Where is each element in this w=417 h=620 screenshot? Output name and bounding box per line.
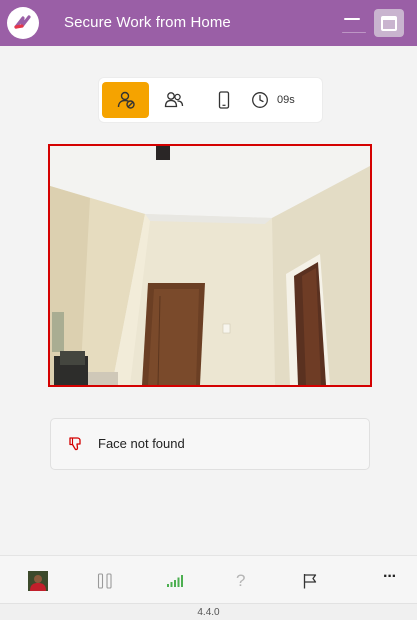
- maximize-icon: [381, 15, 397, 31]
- pause-button[interactable]: [97, 573, 113, 594]
- minimize-button[interactable]: [342, 18, 366, 32]
- maximize-button[interactable]: [374, 9, 404, 37]
- avatar-image: [28, 571, 48, 591]
- thumbs-down-icon: [69, 437, 81, 451]
- clock-icon: [252, 92, 268, 108]
- camera-feed: [48, 144, 372, 387]
- minimize-icon: [344, 18, 360, 20]
- flag-icon: [303, 574, 317, 589]
- app-logo: [7, 7, 39, 39]
- signal-strength-icon: [167, 575, 183, 587]
- timer-value: 09s: [277, 94, 295, 106]
- title-bar: Secure Work from Home: [0, 0, 417, 46]
- window-title: Secure Work from Home: [64, 14, 231, 31]
- user-avatar[interactable]: [28, 571, 48, 596]
- multiple-people-button[interactable]: [149, 82, 199, 118]
- signal-strength-indicator: [167, 574, 183, 592]
- app-logo-icon: [14, 15, 31, 29]
- face-verify-button[interactable]: [102, 82, 149, 118]
- help-button[interactable]: ?: [236, 571, 245, 591]
- monitor-toolbar: 09s: [98, 77, 323, 123]
- multiple-people-icon: [164, 92, 184, 108]
- flag-button[interactable]: [302, 573, 318, 594]
- camera-image: [50, 146, 370, 385]
- help-icon: ?: [236, 571, 246, 590]
- face-verify-icon: [117, 91, 135, 109]
- timer: 09s: [251, 91, 295, 109]
- pause-icon: [97, 573, 112, 589]
- mobile-phone-button[interactable]: [199, 82, 249, 118]
- more-button[interactable]: ···: [383, 568, 397, 586]
- more-icon: ···: [383, 568, 397, 585]
- bottom-bar: ? ···: [0, 555, 417, 603]
- status-card: Face not found: [50, 418, 370, 470]
- version-label: 4.4.0: [0, 603, 417, 620]
- status-message: Face not found: [98, 436, 185, 451]
- mobile-phone-icon: [218, 91, 230, 109]
